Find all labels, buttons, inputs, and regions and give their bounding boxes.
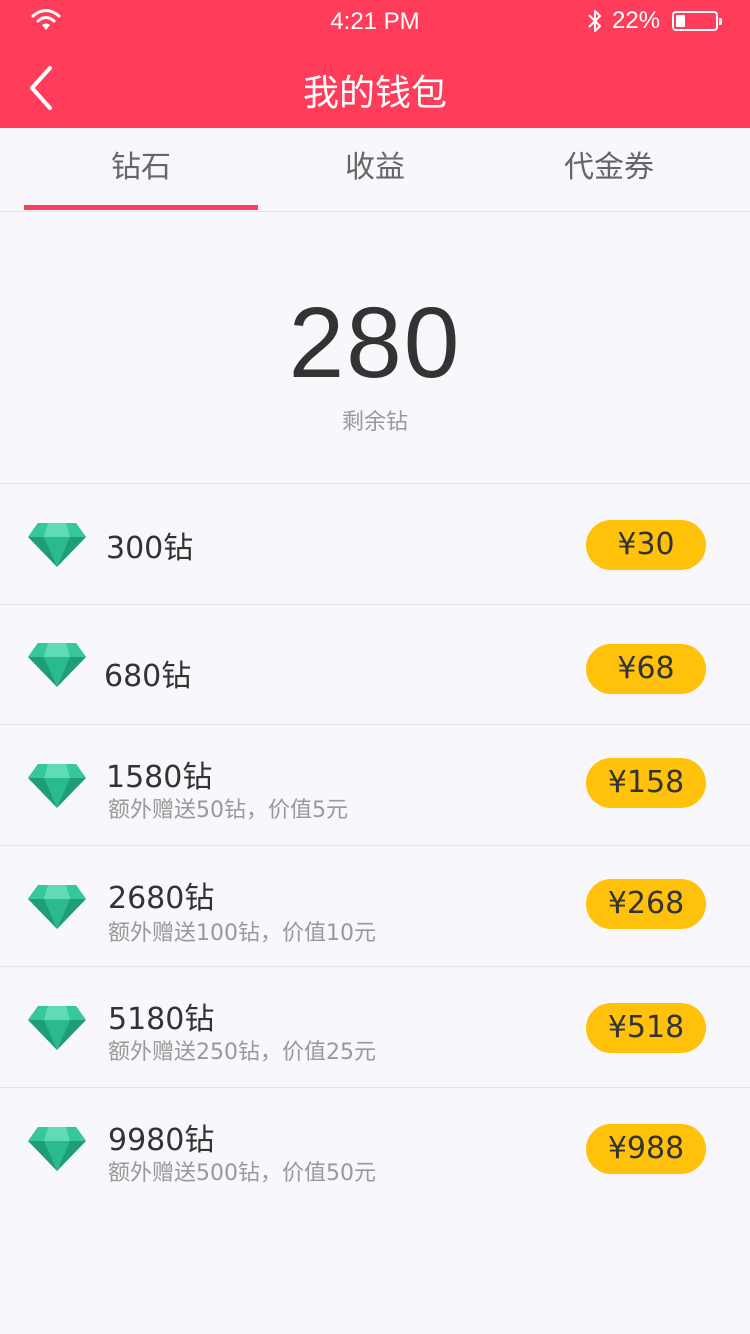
- package-item[interactable]: 1580钻 额外赠送50钻，价值5元 ¥158: [0, 726, 750, 846]
- tab-bar: 钻石 收益 代金券: [0, 128, 750, 212]
- balance-panel: 280 剩余钻: [0, 212, 750, 484]
- diamond-icon: [26, 521, 88, 569]
- diamond-icon: [26, 641, 88, 689]
- package-amount: 680钻: [104, 659, 192, 694]
- balance-value: 280: [288, 287, 462, 399]
- package-item[interactable]: 5180钻 额外赠送250钻，价值25元 ¥518: [0, 968, 750, 1088]
- active-tab-indicator: [24, 205, 258, 210]
- package-amount: 300钻: [106, 531, 194, 566]
- diamond-icon: [26, 762, 88, 810]
- package-amount: 9980钻: [108, 1123, 215, 1158]
- price-button[interactable]: ¥30: [586, 520, 706, 570]
- price-button[interactable]: ¥158: [586, 758, 706, 808]
- package-item[interactable]: 300钻 ¥30: [0, 485, 750, 605]
- tab-diamonds[interactable]: 钻石: [24, 128, 258, 208]
- battery-icon: [672, 11, 722, 31]
- price-button[interactable]: ¥518: [586, 1003, 706, 1053]
- header-bar: 4:21 PM 22% 我的钱包: [0, 0, 750, 128]
- diamond-icon: [26, 883, 88, 931]
- package-amount: 2680钻: [108, 881, 215, 916]
- price-button[interactable]: ¥268: [586, 879, 706, 929]
- package-item[interactable]: 2680钻 额外赠送100钻，价值10元 ¥268: [0, 847, 750, 967]
- price-button[interactable]: ¥988: [586, 1124, 706, 1174]
- balance-label: 剩余钻: [341, 410, 408, 435]
- package-bonus: 额外赠送50钻，价值5元: [108, 798, 348, 823]
- diamond-icon: [26, 1004, 88, 1052]
- package-bonus: 额外赠送500钻，价值50元: [108, 1161, 376, 1186]
- status-bar: 4:21 PM 22%: [0, 0, 750, 40]
- tab-vouchers[interactable]: 代金券: [492, 128, 726, 208]
- package-item[interactable]: 680钻 ¥68: [0, 605, 750, 725]
- page-title: 我的钱包: [302, 73, 447, 114]
- tab-earnings[interactable]: 收益: [258, 128, 492, 208]
- price-button[interactable]: ¥68: [586, 644, 706, 694]
- package-amount: 5180钻: [108, 1002, 215, 1037]
- bluetooth-icon: [586, 7, 604, 35]
- package-amount: 1580钻: [106, 760, 213, 795]
- package-bonus: 额外赠送100钻，价值10元: [108, 921, 376, 946]
- diamond-icon: [26, 1125, 88, 1173]
- battery-percent: 22%: [612, 7, 661, 34]
- package-item[interactable]: 9980钻 额外赠送500钻，价值50元 ¥988: [0, 1089, 750, 1209]
- package-bonus: 额外赠送250钻，价值25元: [108, 1040, 376, 1065]
